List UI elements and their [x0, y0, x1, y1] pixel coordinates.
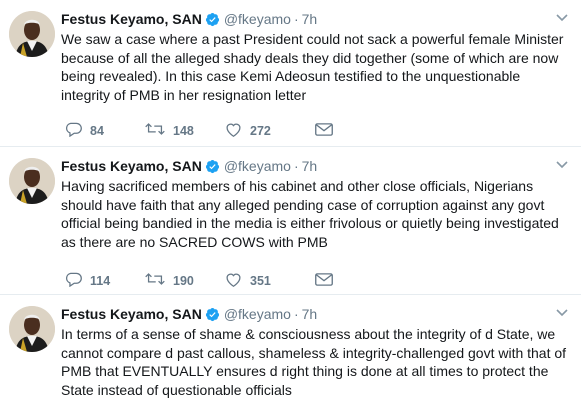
- envelope-icon: [315, 122, 333, 139]
- timestamp[interactable]: 7h: [302, 158, 318, 174]
- like-button[interactable]: 272: [225, 122, 315, 140]
- tweet-actions: 84 148 272: [65, 121, 345, 140]
- separator-dot: ·: [293, 11, 299, 27]
- author-name[interactable]: Festus Keyamo, SAN: [61, 11, 202, 27]
- avatar[interactable]: [9, 11, 55, 57]
- tweet-actions: 114 190 351: [65, 271, 345, 290]
- reply-icon: [65, 121, 82, 140]
- retweet-icon: [145, 122, 165, 139]
- retweet-count: 148: [173, 123, 194, 138]
- reply-count: 114: [90, 273, 111, 288]
- tweet-text: Having sacrificed members of his cabinet…: [61, 178, 559, 250]
- verified-badge-icon: [205, 12, 220, 27]
- envelope-icon: [315, 272, 333, 289]
- author-name[interactable]: Festus Keyamo, SAN: [61, 158, 202, 174]
- retweet-icon: [145, 272, 165, 289]
- heart-icon: [225, 272, 242, 290]
- avatar[interactable]: [9, 158, 55, 204]
- tweet[interactable]: Festus Keyamo, SAN @fkeyamo · 7h In term…: [0, 295, 581, 411]
- tweet[interactable]: Festus Keyamo, SAN @fkeyamo · 7h Having …: [0, 147, 581, 295]
- chevron-down-icon[interactable]: [555, 158, 569, 172]
- tweet-text: In terms of a sense of shame & conscious…: [61, 326, 567, 398]
- author-handle[interactable]: @fkeyamo: [224, 158, 291, 174]
- tweet-header: Festus Keyamo, SAN @fkeyamo · 7h: [61, 156, 569, 176]
- like-button[interactable]: 351: [225, 272, 315, 290]
- tweet[interactable]: Festus Keyamo, SAN @fkeyamo · 7h We saw …: [0, 0, 581, 147]
- heart-icon: [225, 122, 242, 140]
- reply-button[interactable]: 114: [65, 271, 145, 290]
- direct-message-button[interactable]: [315, 122, 345, 139]
- retweet-count: 190: [173, 273, 194, 288]
- chevron-down-icon[interactable]: [555, 306, 569, 320]
- verified-badge-icon: [205, 159, 220, 174]
- author-handle[interactable]: @fkeyamo: [224, 306, 291, 322]
- reply-button[interactable]: 84: [65, 121, 145, 140]
- retweet-button[interactable]: 148: [145, 122, 225, 139]
- timestamp[interactable]: 7h: [302, 306, 318, 322]
- author-name[interactable]: Festus Keyamo, SAN: [61, 306, 202, 322]
- direct-message-button[interactable]: [315, 272, 345, 289]
- like-count: 272: [250, 123, 271, 138]
- separator-dot: ·: [293, 306, 299, 322]
- reply-icon: [65, 271, 82, 290]
- author-handle[interactable]: @fkeyamo: [224, 11, 291, 27]
- timestamp[interactable]: 7h: [302, 11, 318, 27]
- retweet-button[interactable]: 190: [145, 272, 225, 289]
- tweet-header: Festus Keyamo, SAN @fkeyamo · 7h: [61, 9, 569, 29]
- tweet-header: Festus Keyamo, SAN @fkeyamo · 7h: [61, 304, 569, 324]
- avatar[interactable]: [9, 306, 55, 352]
- tweet-feed: Festus Keyamo, SAN @fkeyamo · 7h We saw …: [0, 0, 581, 411]
- tweet-text: We saw a case where a past President cou…: [61, 31, 564, 103]
- separator-dot: ·: [293, 158, 299, 174]
- reply-count: 84: [90, 123, 104, 138]
- like-count: 351: [250, 273, 271, 288]
- verified-badge-icon: [205, 307, 220, 322]
- chevron-down-icon[interactable]: [555, 11, 569, 25]
